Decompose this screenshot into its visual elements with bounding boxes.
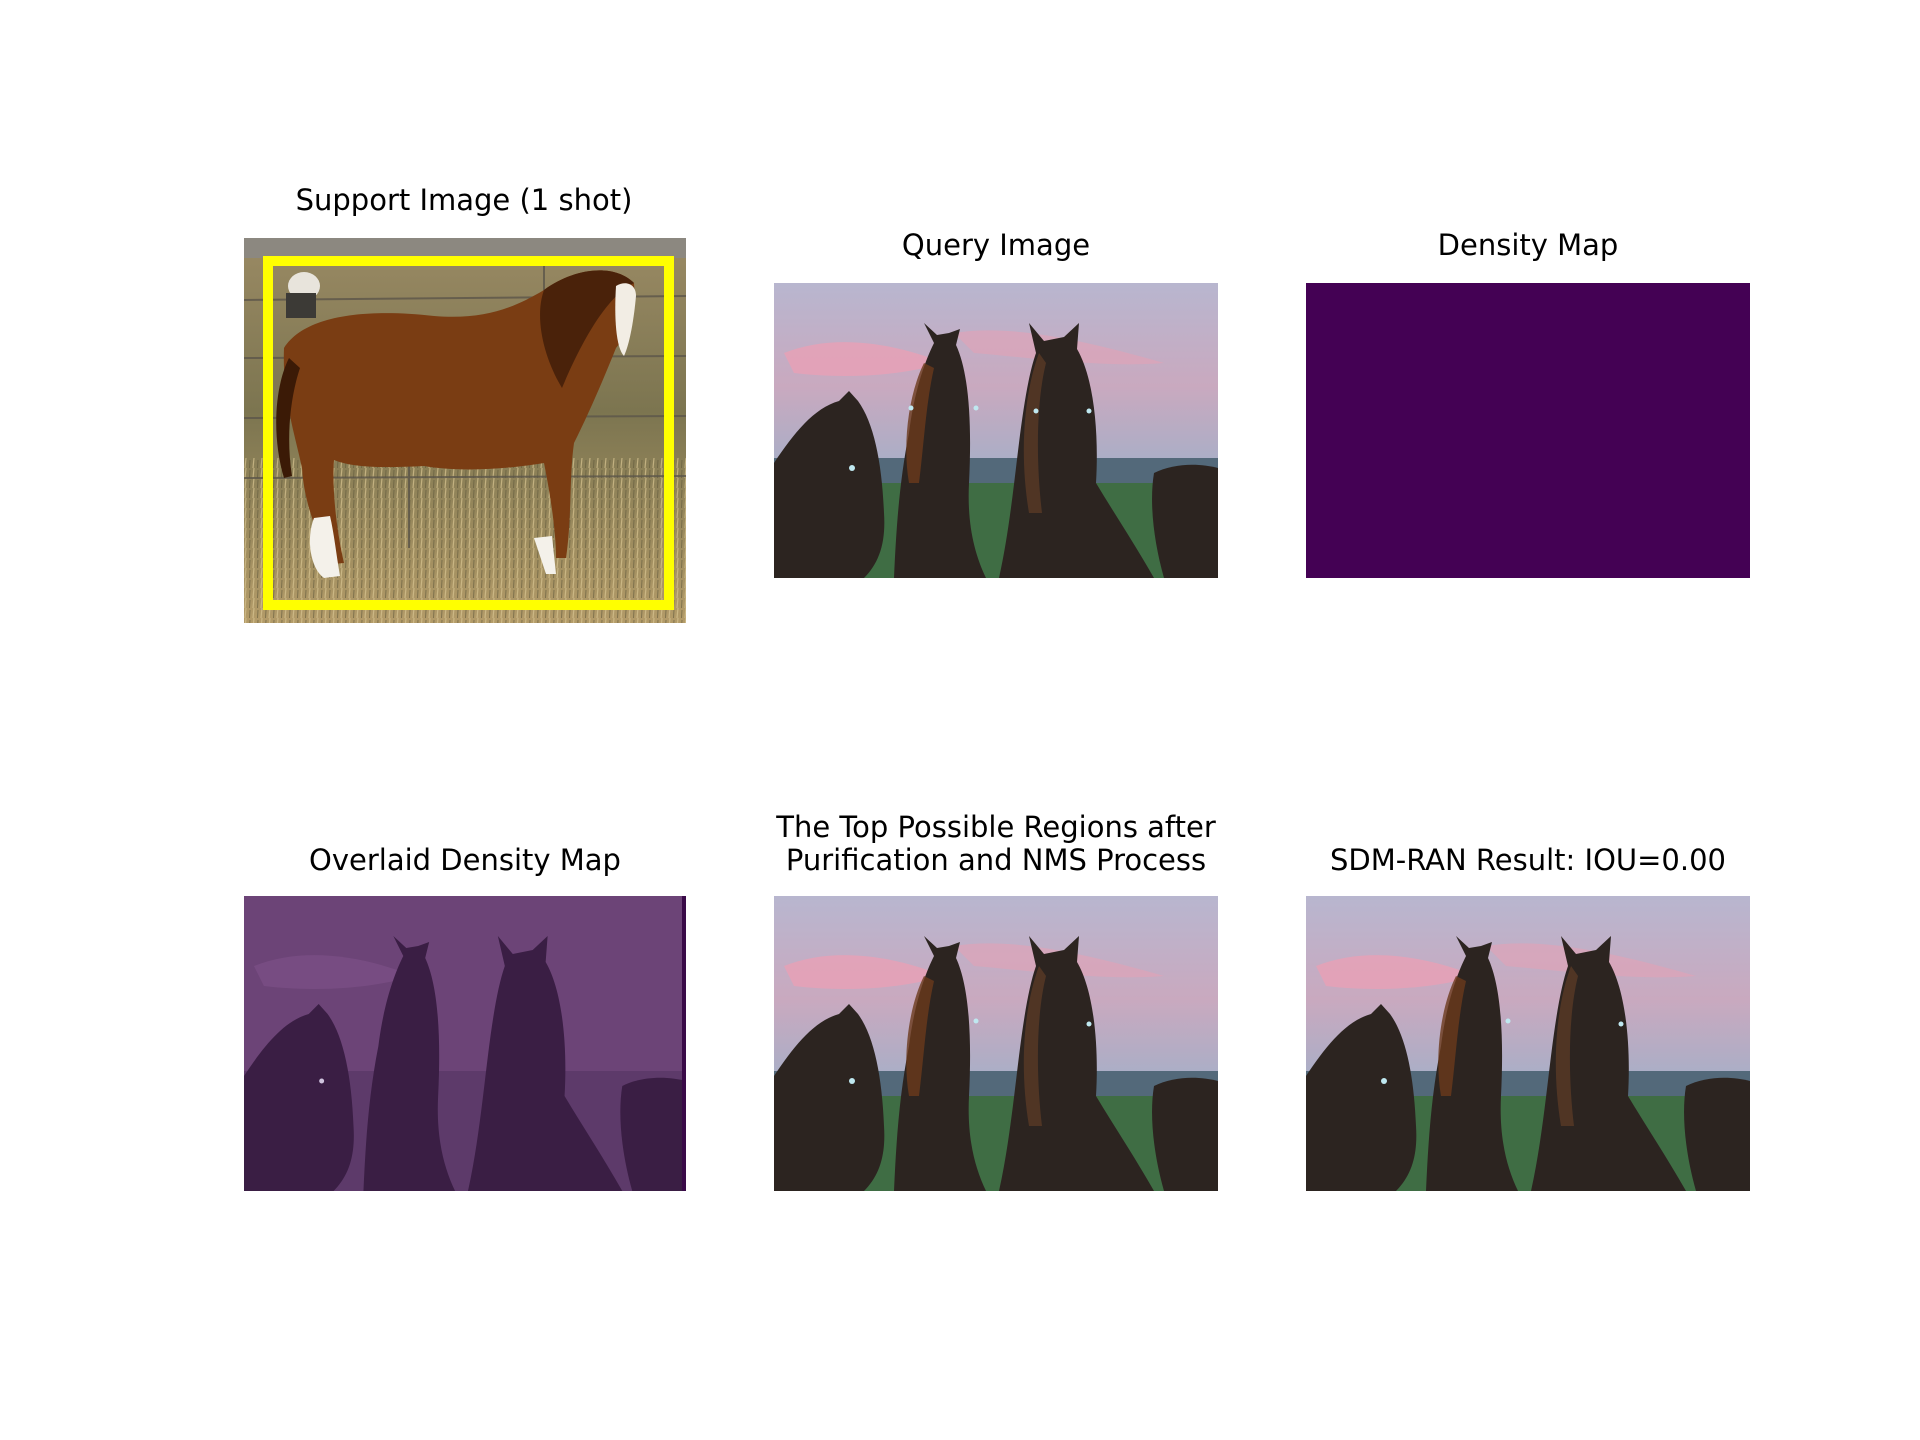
query-image <box>774 283 1218 578</box>
sdm-ran-result-title: SDM-RAN Result: IOU=0.00 <box>1329 843 1727 877</box>
top-regions-image <box>774 896 1218 1191</box>
query-image-title: Query Image <box>901 228 1091 262</box>
support-horse-picture <box>244 238 686 623</box>
top-regions-title-line-1: The Top Possible Regions after <box>776 810 1216 844</box>
sdm-ran-result-image <box>1306 896 1750 1191</box>
result-horses-picture <box>1306 896 1750 1191</box>
density-map-title: Density Map <box>1437 228 1619 262</box>
support-image-title: Support Image (1 shot) <box>295 183 633 217</box>
overlay-horses-picture <box>244 896 686 1191</box>
overlaid-density-map-title: Overlaid Density Map <box>309 843 621 877</box>
query-horses-picture <box>774 283 1218 578</box>
regions-horses-picture <box>774 896 1218 1191</box>
density-map-fill <box>1306 283 1750 578</box>
density-map <box>1306 283 1750 578</box>
top-regions-title-line-2: Purification and NMS Process <box>785 843 1207 877</box>
support-image <box>244 238 686 623</box>
overlaid-density-map <box>244 896 686 1191</box>
